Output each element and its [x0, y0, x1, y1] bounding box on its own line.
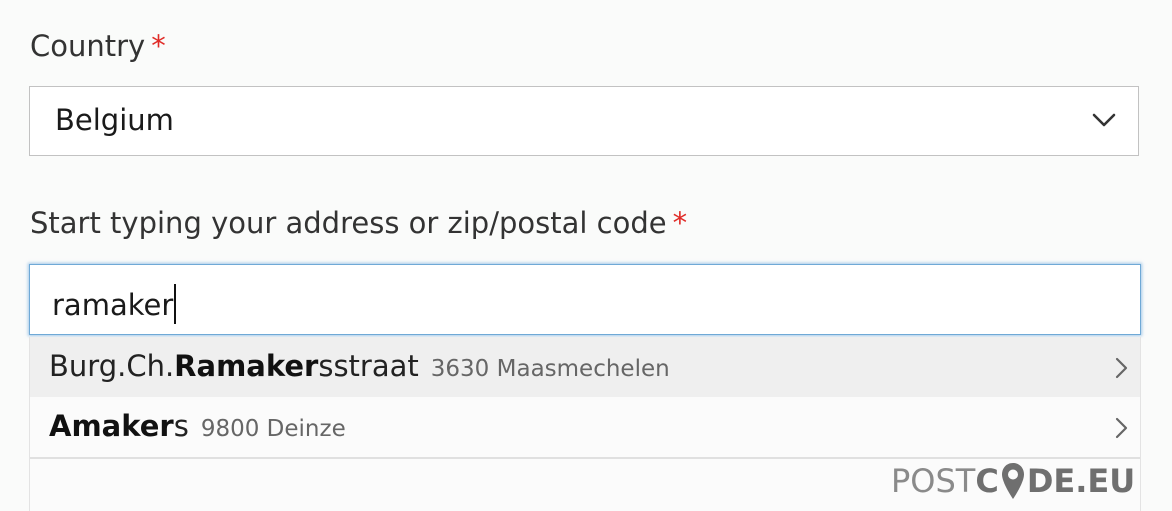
- address-input-value[interactable]: ramaker: [52, 284, 177, 324]
- country-label: Country *: [30, 32, 166, 61]
- chevron-right-icon: [1115, 417, 1128, 439]
- address-input-text: ramaker: [52, 288, 174, 322]
- suggestion-detail: 9800 Deinze: [200, 416, 346, 442]
- required-asterisk: *: [672, 206, 688, 240]
- logo-text-post: POST: [891, 462, 976, 500]
- map-pin-icon: [1001, 463, 1024, 499]
- suggestion-prefix: Burg.Ch.: [49, 349, 175, 383]
- address-autocomplete-input[interactable]: ramaker: [29, 264, 1141, 335]
- country-label-text: Country: [30, 29, 146, 63]
- address-label: Start typing your address or zip/postal …: [30, 209, 687, 238]
- text-caret: [174, 284, 177, 324]
- country-selected-value: Belgium: [55, 103, 174, 137]
- suggestion-street: Burg.Ch.Ramakersstraat 3630 Maasmechelen: [49, 349, 670, 383]
- suggestion-suffix: sstraat: [318, 349, 419, 383]
- suggestion-suffix: s: [173, 409, 189, 443]
- address-label-text: Start typing your address or zip/postal …: [30, 206, 667, 240]
- suggestion-detail: 3630 Maasmechelen: [430, 356, 670, 382]
- logo-text-c: C: [975, 462, 999, 500]
- chevron-down-icon[interactable]: [1092, 112, 1116, 128]
- required-asterisk: *: [151, 29, 166, 63]
- suggestion-match: Amaker: [49, 409, 174, 443]
- suggestion-street: Amakers 9800 Deinze: [49, 409, 346, 443]
- logo-text-de-eu: DE.EU: [1026, 462, 1136, 500]
- suggestion-item[interactable]: Amakers 9800 Deinze: [30, 397, 1140, 459]
- chevron-right-icon: [1115, 357, 1128, 379]
- suggestion-item[interactable]: Burg.Ch.Ramakersstraat 3630 Maasmechelen: [30, 337, 1140, 397]
- postcode-eu-logo: POST C DE.EU: [891, 458, 1135, 504]
- country-select[interactable]: Belgium: [29, 86, 1139, 156]
- suggestion-match: Ramaker: [174, 349, 319, 383]
